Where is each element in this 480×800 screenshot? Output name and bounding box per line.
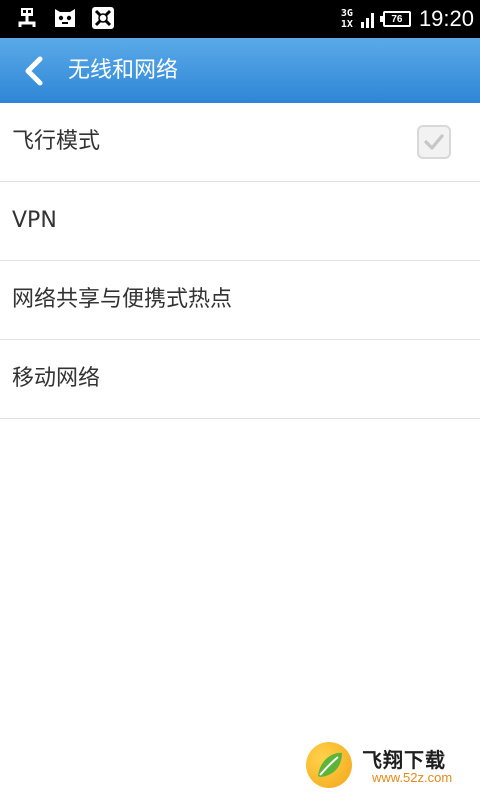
checkmark-icon (424, 134, 444, 150)
watermark-url: www.52z.com (372, 770, 453, 785)
setting-item-tethering-hotspot[interactable]: 网络共享与便携式热点 (0, 261, 480, 340)
setting-label: 网络共享与便携式热点 (12, 287, 233, 312)
settings-list: 飞行模式 VPN 网络共享与便携式热点 移动网络 (0, 103, 480, 419)
page-title: 无线和网络 (68, 58, 179, 83)
network-type-3g: 3G (340, 8, 353, 19)
clock: 19:20 (418, 6, 474, 31)
notification-icons (14, 5, 116, 31)
battery-level: 76 (391, 13, 403, 25)
usb-icon (18, 8, 36, 27)
back-arrow-icon[interactable] (20, 55, 50, 87)
network-signal: 3G 1X (341, 8, 353, 30)
setting-label: 移动网络 (12, 366, 101, 391)
setting-item-airplane-mode[interactable]: 飞行模式 (0, 103, 480, 182)
status-bar: 3G 1X 76 19:20 (0, 0, 480, 38)
watermark: 飞翔下载 www.52z.com (306, 742, 476, 792)
network-type-1x: 1X (340, 19, 353, 30)
battery-indicator: 76 (379, 11, 411, 27)
airplane-mode-checkbox[interactable] (417, 125, 451, 159)
setting-label: VPN (12, 208, 57, 233)
setting-item-mobile-network[interactable]: 移动网络 (0, 340, 480, 419)
cat-face-icon (55, 9, 75, 27)
x-box-icon (92, 7, 114, 29)
signal-bars-icon (360, 13, 374, 28)
watermark-brand: 飞翔下载 (362, 748, 446, 772)
leaf-logo-icon (306, 742, 352, 788)
action-bar: 无线和网络 (0, 38, 480, 103)
status-indicators: 3G 1X 76 19:20 (341, 0, 474, 38)
setting-label: 飞行模式 (12, 129, 101, 154)
setting-item-vpn[interactable]: VPN (0, 182, 480, 261)
